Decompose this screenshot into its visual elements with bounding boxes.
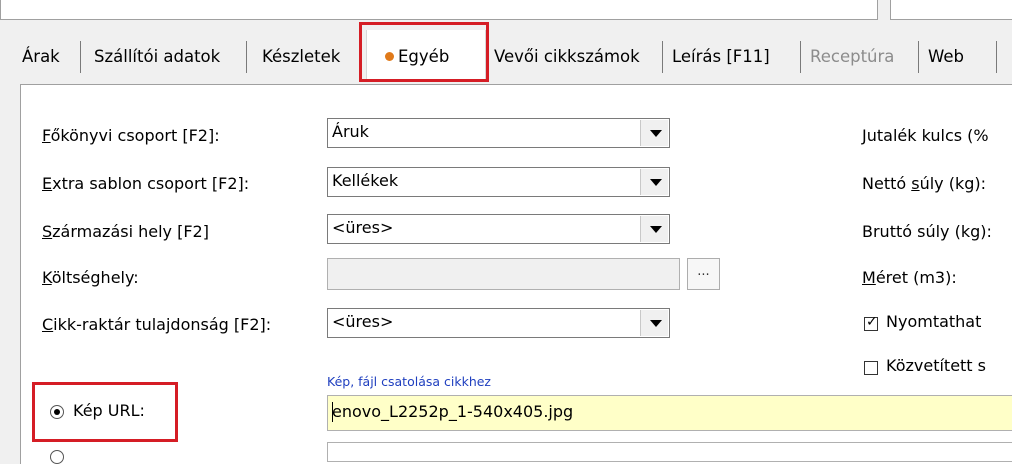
koltseghely-browse-button[interactable]: ... [687, 258, 720, 290]
tab-szallitoi-adatok[interactable]: Szállítói adatok [94, 42, 220, 72]
koltseghely-field[interactable] [327, 258, 680, 290]
label-kozvetitett: Közvetített s [886, 356, 986, 375]
top-panel-right [890, 0, 1012, 20]
label-kep-url: Kép URL: [73, 401, 145, 420]
kep-url-value: enovo_L2252p_1-540x405.jpg [332, 402, 574, 421]
tab-keszletek[interactable]: Készletek [262, 42, 340, 72]
label-brutto-suly: Bruttó súly (kg): [862, 222, 992, 241]
tab-separator [80, 41, 81, 73]
next-field[interactable] [327, 442, 1012, 462]
status-dot-icon [385, 52, 394, 61]
checkmark-icon: ✓ [866, 314, 878, 330]
cikk-raktar-tulajdonsag-select[interactable]: <üres> [327, 308, 670, 338]
top-panel [0, 0, 878, 20]
tab-separator [662, 41, 663, 73]
attach-caption: Kép, fájl csatolása cikkhez [327, 374, 491, 389]
tab-separator [918, 41, 919, 73]
szarmazasi-hely-value: <üres> [332, 218, 394, 237]
label-jutalek-kulcs: Jutalék kulcs (% [862, 126, 989, 145]
label-netto-suly: Nettó súly (kg): [862, 174, 987, 193]
dropdown-arrow-icon[interactable] [640, 120, 668, 146]
tab-strip: Árak Szállítói adatok Készletek Egyéb Ve… [0, 22, 1012, 84]
nyomtathato-checkbox[interactable]: ✓ [864, 314, 878, 331]
tab-separator [800, 41, 801, 73]
dropdown-arrow-icon[interactable] [640, 216, 668, 242]
szarmazasi-hely-select[interactable]: <üres> [327, 214, 670, 244]
label-fokonyvi-csoport: Főkönyvi csoport [F2]: [42, 126, 220, 145]
tab-receptura: Receptúra [810, 47, 895, 66]
label-cikk-raktar-tulajdonsag: Cikk-raktár tulajdonság [F2]: [42, 315, 272, 334]
tab-egyeb-label: Egyéb [398, 47, 450, 66]
tab-leiras[interactable]: Leírás [F11] [672, 42, 770, 72]
label-nyomtathato: Nyomtathat [886, 312, 982, 331]
extra-sablon-csoport-value: Kellékek [332, 171, 399, 190]
cikk-raktar-tulajdonsag-value: <üres> [332, 312, 394, 331]
dropdown-arrow-icon[interactable] [640, 169, 668, 195]
tab-separator [996, 41, 997, 73]
tab-vevoi-cikkszamok[interactable]: Vevői cikkszámok [494, 42, 640, 72]
label-extra-sablon-csoport: Extra sablon csoport [F2]: [42, 174, 250, 193]
tab-web[interactable]: Web [928, 42, 964, 72]
fokonyvi-csoport-select[interactable]: Áruk [327, 118, 670, 148]
radio-selected-dot [54, 409, 60, 415]
kozvetitett-checkbox[interactable] [864, 361, 878, 375]
fokonyvi-csoport-value: Áruk [332, 122, 369, 141]
label-koltseghely: Költséghely: [42, 268, 139, 287]
dropdown-arrow-icon[interactable] [640, 310, 668, 336]
kep-url-input[interactable]: enovo_L2252p_1-540x405.jpg [327, 395, 1012, 431]
kep-url-radio[interactable] [50, 405, 64, 419]
label-meret: Méret (m3): [862, 268, 957, 287]
tab-separator [246, 41, 247, 73]
tab-arak[interactable]: Árak [22, 42, 60, 72]
label-szarmazasi-hely: Származási hely [F2] [42, 222, 209, 241]
tab-egyeb[interactable]: Egyéb [385, 42, 449, 72]
second-radio[interactable] [50, 450, 64, 464]
extra-sablon-csoport-select[interactable]: Kellékek [327, 167, 670, 197]
